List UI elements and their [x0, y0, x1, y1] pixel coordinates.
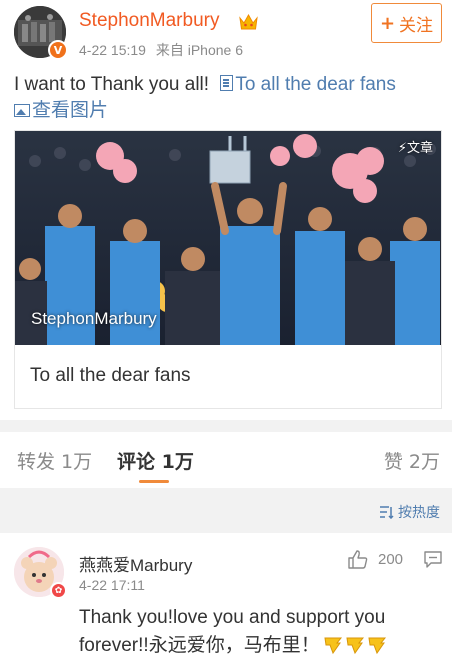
post-source: 来自 iPhone 6 — [155, 42, 244, 58]
article-link[interactable]: To all the dear fans — [214, 74, 396, 95]
sort-icon — [380, 506, 394, 519]
author-name[interactable]: StephonMarbury — [79, 10, 219, 32]
thumbs-up-icon — [348, 550, 368, 569]
commenter-name[interactable]: 燕燕爱Marbury — [79, 551, 192, 576]
post-body: I want to Thank you all! To all the dear… — [14, 72, 444, 124]
article-tag: ⚡文章 — [397, 141, 433, 156]
active-tab-indicator — [139, 480, 169, 483]
tab-reposts[interactable]: 转发 1万 — [17, 447, 92, 474]
tab-comments[interactable]: 评论 1万 — [117, 447, 194, 474]
reply-comment-icon[interactable] — [424, 551, 442, 568]
comment-time: 4-22 17:11 — [79, 577, 145, 593]
comment-like-count: 200 — [378, 551, 404, 568]
section-divider — [0, 420, 452, 432]
plus-icon: + — [379, 12, 396, 34]
verified-icon: V — [48, 40, 68, 60]
author-avatar[interactable]: V — [14, 6, 68, 60]
follow-button[interactable]: + 关注 — [371, 3, 442, 43]
sort-label: 按热度 — [398, 505, 440, 521]
image-icon — [14, 104, 30, 117]
view-image-link[interactable]: 查看图片 — [14, 100, 108, 121]
article-card-title: To all the dear fans — [30, 365, 191, 386]
vip-crown-icon[interactable] — [238, 12, 259, 32]
clapping-hands-emoji-icon — [324, 637, 386, 655]
view-image-label: 查看图片 — [32, 100, 109, 121]
interaction-tabs: 转发 1万 评论 1万 赞 2万 — [0, 432, 452, 488]
comment-item: ✿ 燕燕爱Marbury 4-22 17:11 200 Thank you!lo… — [0, 533, 452, 663]
member-badge-icon: ✿ — [50, 582, 67, 599]
comment-like-button[interactable]: 200 — [348, 550, 403, 569]
photo-watermark: StephonMarbury — [31, 309, 157, 328]
sort-by-hot-button[interactable]: 按热度 — [379, 502, 440, 522]
article-link-text: To all the dear fans — [235, 74, 396, 95]
comment-text-wrap: Thank you!love you and support you forev… — [79, 604, 439, 660]
sort-bar: 按热度 — [0, 488, 452, 533]
article-cover-photo: ⚡文章 StephonMarbury — [15, 131, 441, 345]
follow-label: 关注 — [399, 15, 434, 36]
post-date: 4-22 15:19 — [79, 42, 146, 58]
article-card[interactable]: ⚡文章 StephonMarbury To all the dear fans — [14, 130, 442, 409]
post-meta: 4-22 15:19 来自 iPhone 6 — [79, 40, 249, 60]
tab-likes[interactable]: 赞 2万 — [384, 447, 440, 474]
commenter-avatar[interactable]: ✿ — [14, 547, 67, 599]
document-icon — [220, 75, 234, 91]
post-text: I want to Thank you all! — [14, 74, 210, 95]
article-tag-label: 文章 — [406, 141, 433, 156]
post-header: V StephonMarbury 4-22 15:19 来自 iPhone 6 … — [0, 0, 452, 64]
